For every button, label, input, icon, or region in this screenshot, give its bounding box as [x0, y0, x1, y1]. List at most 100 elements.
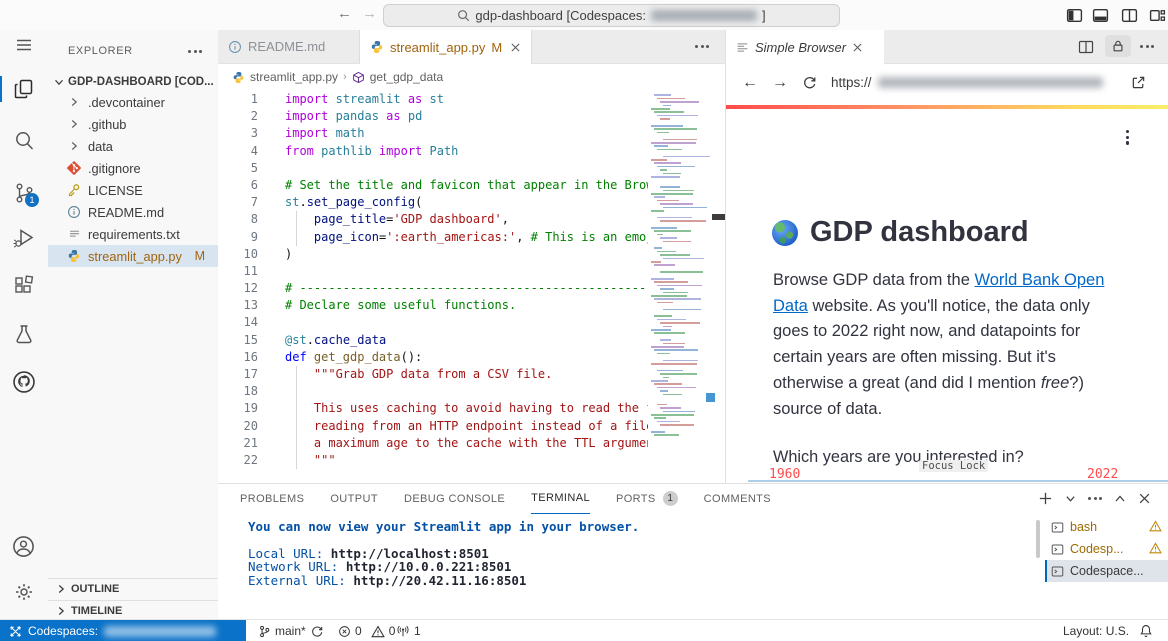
info-icon [66, 204, 82, 220]
explorer-item-license[interactable]: LICENSE [48, 179, 218, 201]
terminal-instance-bash[interactable]: bash [1045, 516, 1168, 538]
history-back-icon[interactable]: ← [337, 5, 352, 23]
account-icon[interactable] [0, 533, 47, 559]
editor-more-actions-icon[interactable] [695, 45, 709, 48]
panel-tab-problems[interactable]: PROBLEMS [240, 484, 304, 513]
explorer-item--gitignore[interactable]: .gitignore [48, 157, 218, 179]
history-forward-icon[interactable]: → [362, 5, 377, 23]
title-bar: ← → gdp-dashboard [Codespaces: ] [0, 0, 1168, 31]
panel-tab-ports[interactable]: PORTS1 [616, 484, 678, 513]
code-text: page_icon=':earth_americas:', # This is … [285, 229, 648, 246]
line-number: 11 [218, 263, 258, 280]
maximize-panel-icon[interactable] [1114, 493, 1126, 505]
layout-status[interactable]: Layout: U.S. [1063, 620, 1129, 641]
panel-tab-output[interactable]: OUTPUT [330, 484, 378, 513]
terminal-instance-codespace-[interactable]: Codespace... [1045, 560, 1168, 582]
explorer-more-actions-icon[interactable] [188, 50, 202, 53]
minimap[interactable] [648, 91, 712, 451]
close-panel-icon[interactable] [1138, 492, 1151, 505]
line-number: 20 [218, 418, 258, 435]
outline-section[interactable]: OUTLINE [48, 578, 218, 599]
new-terminal-icon[interactable] [1038, 491, 1053, 506]
extensions-icon[interactable] [0, 272, 47, 298]
terminal-dropdown-icon[interactable] [1065, 493, 1076, 504]
code-editor[interactable]: 1import streamlit as st2import pandas as… [218, 91, 648, 469]
minimap-line [651, 363, 697, 365]
explorer-root-folder[interactable]: GDP-DASHBOARD [COD... [48, 71, 218, 93]
minimap-line [663, 360, 698, 362]
line-number: 14 [218, 314, 258, 331]
close-icon[interactable] [852, 42, 863, 53]
minimap-line [663, 309, 701, 311]
tab-label: streamlit_app.py [390, 40, 485, 55]
github-icon[interactable] [0, 369, 47, 395]
run-debug-icon[interactable] [0, 225, 47, 251]
split-editor-icon[interactable] [1078, 39, 1094, 55]
explorer-icon[interactable] [0, 76, 47, 102]
browser-more-actions-icon[interactable] [1140, 45, 1154, 48]
tab-streamlit-app[interactable]: streamlit_app.py M [360, 30, 532, 64]
minimap-line [657, 98, 685, 100]
minimap-line [651, 227, 677, 229]
url-field[interactable]: https:// [831, 75, 1103, 90]
explorer-item-streamlit-app-py[interactable]: streamlit_app.pyM [48, 245, 218, 267]
redacted-url [878, 77, 1103, 88]
command-center-search[interactable]: gdp-dashboard [Codespaces: ] [383, 4, 840, 27]
panel-more-actions-icon[interactable] [1088, 497, 1102, 500]
minimap-line [660, 118, 670, 120]
breadcrumb-file[interactable]: streamlit_app.py [250, 70, 338, 84]
ports-status[interactable]: 1 [396, 620, 421, 641]
customize-layout-icon[interactable] [1149, 7, 1166, 24]
split-editor-layout-icon[interactable] [1121, 7, 1138, 24]
toggle-panel-icon[interactable] [1092, 7, 1109, 24]
breadcrumb-symbol[interactable]: get_gdp_data [370, 70, 443, 84]
streamlit-menu-icon[interactable] [1126, 130, 1129, 145]
problems-status[interactable]: 0 0 [338, 620, 395, 641]
sync-icon[interactable] [310, 624, 324, 638]
notifications-bell-icon[interactable] [1139, 624, 1153, 638]
line-number: 9 [218, 229, 258, 246]
terminal-scrollbar-thumb[interactable] [1036, 520, 1040, 558]
search-view-icon[interactable] [0, 128, 47, 154]
panel-tab-terminal[interactable]: TERMINAL [531, 484, 590, 514]
toggle-sidebar-icon[interactable] [1066, 7, 1083, 24]
browser-back-icon[interactable]: ← [742, 74, 758, 92]
minimap-line [654, 349, 698, 351]
tab-readme[interactable]: README.md [218, 30, 360, 63]
browser-forward-icon[interactable]: → [772, 74, 788, 92]
panel-tab-comments[interactable]: COMMENTS [704, 484, 771, 513]
minimap-line [660, 254, 690, 256]
menu-hamburger-icon[interactable] [0, 32, 47, 58]
terminal-instance-codesp-[interactable]: Codesp... [1045, 538, 1168, 560]
remote-indicator[interactable]: Codespaces: [0, 620, 246, 641]
timeline-section[interactable]: TIMELINE [48, 600, 218, 621]
testing-beaker-icon[interactable] [0, 321, 47, 347]
browser-tab-strip: Simple Browser [726, 30, 1168, 64]
minimap-line [654, 111, 684, 113]
scrollbar-thumb[interactable] [712, 214, 725, 220]
explorer-item-readme-md[interactable]: README.md [48, 201, 218, 223]
terminal-output[interactable]: You can now view your Streamlit app in y… [248, 520, 639, 587]
source-control-icon[interactable]: 1 [0, 180, 47, 206]
radio-tower-icon [396, 624, 410, 638]
panel-tab-debug-console[interactable]: DEBUG CONSOLE [404, 484, 505, 513]
tab-label: Simple Browser [755, 40, 846, 55]
settings-gear-icon[interactable] [0, 579, 47, 605]
minimap-line [657, 404, 667, 406]
explorer-item--devcontainer[interactable]: .devcontainer [48, 91, 218, 113]
tab-simple-browser[interactable]: Simple Browser [726, 30, 884, 64]
explorer-item-requirements-txt[interactable]: requirements.txt [48, 223, 218, 245]
code-line: 22 """ [218, 452, 648, 469]
minimap-line [651, 346, 684, 348]
close-icon[interactable] [510, 42, 521, 53]
open-external-icon[interactable] [1131, 75, 1146, 90]
branch-status[interactable]: main* [258, 620, 324, 641]
file-label: .devcontainer [88, 95, 165, 110]
editor-scrollbar[interactable] [712, 91, 725, 481]
lock-toggle[interactable] [1105, 35, 1131, 57]
terminal-label: bash [1070, 520, 1097, 534]
reload-icon[interactable] [802, 75, 817, 90]
explorer-item--github[interactable]: .github [48, 113, 218, 135]
year-slider[interactable] [748, 480, 1168, 482]
explorer-item-data[interactable]: data [48, 135, 218, 157]
